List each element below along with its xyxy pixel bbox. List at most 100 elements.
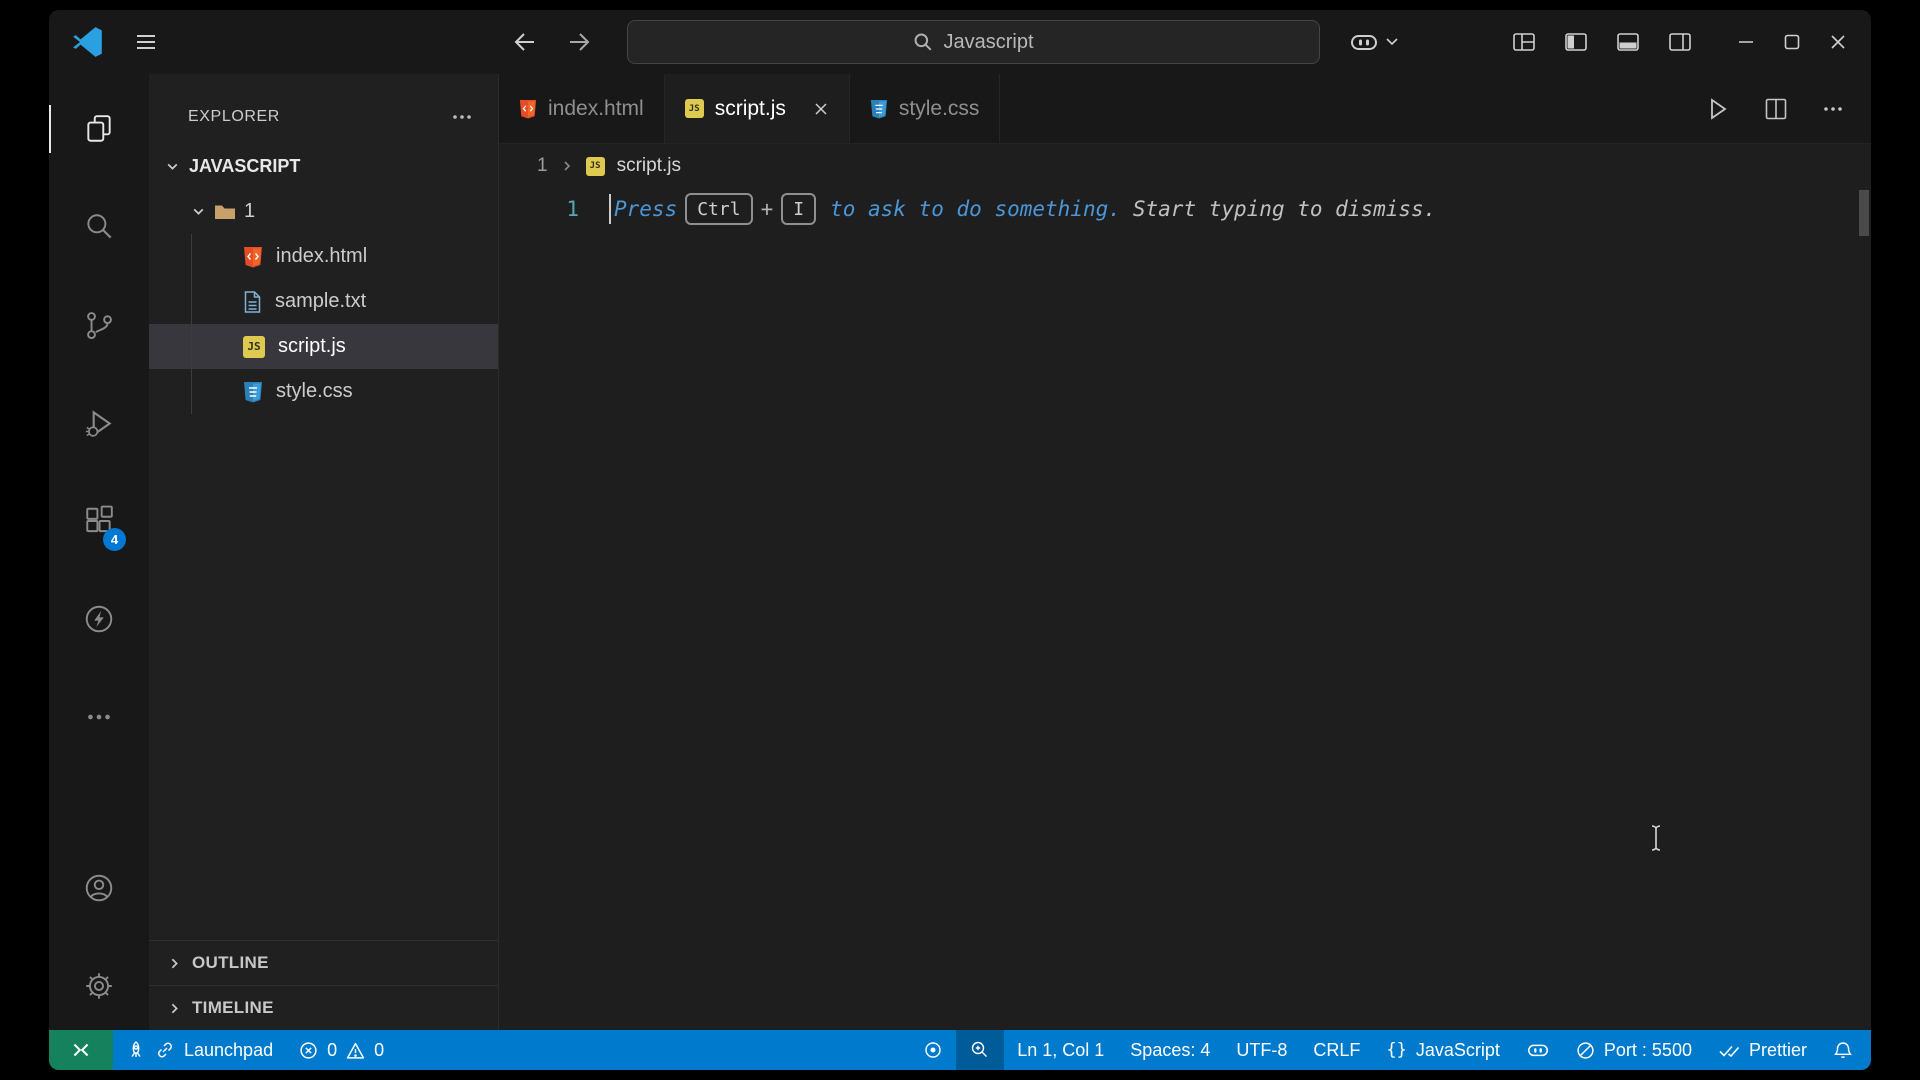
sidebar-title: EXPLORER bbox=[188, 108, 280, 126]
keybinding-i: I bbox=[781, 193, 816, 225]
tab-label: script.js bbox=[715, 97, 786, 121]
account-icon bbox=[83, 872, 115, 904]
code-line-1: 1 Press Ctrl + I to ask to do something.… bbox=[499, 188, 1871, 230]
circle-slash-icon bbox=[1576, 1041, 1595, 1060]
copilot-icon bbox=[1349, 29, 1379, 55]
title-bar: Javascript bbox=[49, 10, 1871, 74]
launchpad-button[interactable]: Launchpad bbox=[113, 1030, 286, 1070]
maximize-button[interactable] bbox=[1783, 33, 1801, 51]
account-button[interactable] bbox=[71, 860, 127, 916]
screencast-button[interactable] bbox=[910, 1030, 956, 1070]
breadcrumb-file[interactable]: script.js bbox=[617, 155, 681, 177]
indent-label: Spaces: 4 bbox=[1130, 1040, 1210, 1061]
settings-button[interactable] bbox=[71, 958, 127, 1014]
sidebar-item-explorer[interactable] bbox=[71, 101, 127, 157]
file-label: index.html bbox=[276, 245, 367, 268]
close-button[interactable] bbox=[1829, 33, 1847, 51]
timeline-section-header[interactable]: TIMELINE bbox=[149, 985, 498, 1030]
folder-row-1[interactable]: 1 bbox=[149, 189, 498, 234]
customize-layout-icon[interactable] bbox=[1511, 29, 1537, 55]
file-label: sample.txt bbox=[275, 290, 366, 313]
forward-arrow-icon[interactable] bbox=[565, 28, 593, 56]
zoom-in-icon bbox=[970, 1040, 990, 1060]
tab-bar: index.html JS script.js style.css bbox=[499, 74, 1871, 144]
explorer-more-actions-icon[interactable] bbox=[450, 105, 474, 129]
activity-bar: 4 bbox=[49, 74, 149, 1030]
file-row-index-html[interactable]: index.html bbox=[149, 234, 498, 279]
sidebar-item-run-debug[interactable] bbox=[71, 395, 127, 451]
tab-style-css[interactable]: style.css bbox=[850, 74, 1001, 143]
settings-gear-icon bbox=[83, 970, 115, 1002]
file-row-script-js[interactable]: JS script.js bbox=[149, 324, 498, 369]
explorer-files-icon bbox=[83, 113, 115, 145]
minimize-button[interactable] bbox=[1737, 33, 1755, 51]
breadcrumb-folder[interactable]: 1 bbox=[537, 155, 548, 177]
file-label: script.js bbox=[278, 335, 346, 358]
sidebar-item-search[interactable] bbox=[71, 199, 127, 255]
copilot-status-button[interactable] bbox=[1513, 1030, 1563, 1070]
double-check-icon bbox=[1718, 1041, 1740, 1059]
cursor-position[interactable]: Ln 1, Col 1 bbox=[1004, 1030, 1117, 1070]
language-label: JavaScript bbox=[1416, 1040, 1500, 1061]
rocket-icon bbox=[126, 1040, 146, 1060]
bell-icon bbox=[1833, 1040, 1853, 1060]
ghost-text-press: Press bbox=[614, 197, 677, 221]
file-label: style.css bbox=[276, 380, 353, 403]
run-button[interactable] bbox=[1705, 96, 1731, 122]
split-editor-icon[interactable] bbox=[1763, 96, 1789, 122]
additional-views-button[interactable] bbox=[71, 689, 127, 745]
toggle-secondary-sidebar-icon[interactable] bbox=[1667, 29, 1693, 55]
file-row-sample-txt[interactable]: sample.txt bbox=[149, 279, 498, 324]
mouse-ibeam-cursor bbox=[1648, 824, 1664, 852]
language-mode[interactable]: {} JavaScript bbox=[1373, 1030, 1513, 1070]
error-count: 0 bbox=[327, 1040, 337, 1061]
line-col-label: Ln 1, Col 1 bbox=[1017, 1040, 1104, 1061]
chevron-down-icon bbox=[165, 159, 180, 174]
folder-icon bbox=[214, 203, 236, 221]
notifications-button[interactable] bbox=[1820, 1030, 1871, 1070]
breadcrumb[interactable]: 1 JS script.js bbox=[499, 144, 1871, 188]
active-view-indicator bbox=[49, 105, 51, 153]
zoom-button[interactable] bbox=[956, 1030, 1004, 1070]
editor-more-actions-icon[interactable] bbox=[1821, 97, 1845, 121]
run-debug-icon bbox=[83, 407, 115, 439]
html-icon bbox=[243, 246, 263, 268]
scrollbar-thumb[interactable] bbox=[1859, 190, 1869, 236]
toggle-primary-sidebar-icon[interactable] bbox=[1563, 29, 1589, 55]
chevron-right-icon bbox=[560, 159, 574, 173]
live-server-port[interactable]: Port : 5500 bbox=[1563, 1030, 1705, 1070]
menu-icon[interactable] bbox=[133, 29, 159, 55]
text-file-icon bbox=[243, 291, 262, 313]
search-sidebar-icon bbox=[83, 211, 115, 243]
tab-script-js[interactable]: JS script.js bbox=[665, 74, 850, 143]
js-icon: JS bbox=[685, 99, 704, 118]
outline-section-header[interactable]: OUTLINE bbox=[149, 940, 498, 985]
indentation-setting[interactable]: Spaces: 4 bbox=[1117, 1030, 1223, 1070]
formatter-status[interactable]: Prettier bbox=[1705, 1030, 1820, 1070]
chevron-right-icon bbox=[167, 1001, 182, 1016]
launchpad-label: Launchpad bbox=[184, 1040, 273, 1061]
code-editor[interactable]: 1 Press Ctrl + I to ask to do something.… bbox=[499, 188, 1871, 1030]
remote-indicator[interactable] bbox=[49, 1030, 113, 1070]
sidebar-item-source-control[interactable] bbox=[71, 297, 127, 353]
encoding-setting[interactable]: UTF-8 bbox=[1223, 1030, 1300, 1070]
toggle-panel-icon[interactable] bbox=[1615, 29, 1641, 55]
ghost-text-end: Start typing to dismiss. bbox=[1133, 197, 1436, 221]
ghost-text-middle: to ask to do something. bbox=[830, 197, 1121, 221]
text-caret bbox=[609, 194, 611, 224]
copilot-status-icon bbox=[1526, 1040, 1550, 1060]
back-arrow-icon[interactable] bbox=[511, 28, 539, 56]
eol-setting[interactable]: CRLF bbox=[1300, 1030, 1373, 1070]
command-center-search[interactable]: Javascript bbox=[627, 20, 1320, 64]
search-icon bbox=[913, 32, 933, 52]
tab-close-icon[interactable] bbox=[813, 101, 829, 117]
sidebar-item-extensions[interactable]: 4 bbox=[71, 493, 127, 549]
problems-indicator[interactable]: 0 0 bbox=[286, 1030, 397, 1070]
workspace-section-javascript[interactable]: JAVASCRIPT bbox=[149, 144, 498, 189]
keybinding-ctrl: Ctrl bbox=[685, 193, 752, 225]
search-text: Javascript bbox=[943, 31, 1033, 54]
sidebar-item-thunder-client[interactable] bbox=[71, 591, 127, 647]
file-row-style-css[interactable]: style.css bbox=[149, 369, 498, 414]
copilot-menu[interactable] bbox=[1349, 10, 1398, 74]
tab-index-html[interactable]: index.html bbox=[499, 74, 665, 143]
